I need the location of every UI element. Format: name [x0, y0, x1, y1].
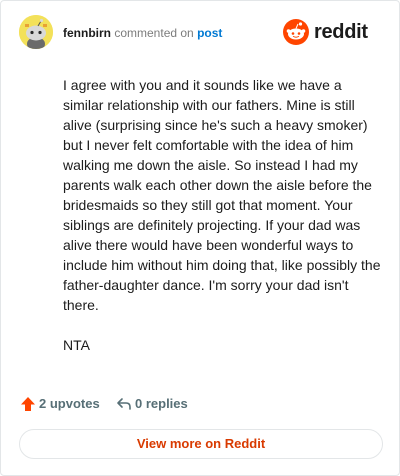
reply-icon — [115, 395, 133, 413]
comment-header: fennbirn commented on post reddit — [19, 15, 383, 53]
view-more-on-reddit-button[interactable]: View more on Reddit — [19, 429, 383, 459]
upvotes-count: 2 upvotes — [39, 396, 100, 411]
reddit-brand[interactable]: reddit — [283, 19, 383, 45]
replies-count: 0 replies — [135, 396, 188, 411]
post-link[interactable]: post — [197, 26, 222, 40]
action-text: commented on — [114, 26, 194, 40]
reddit-wordmark: reddit — [314, 21, 368, 43]
reddit-logo-icon — [283, 19, 309, 45]
snoo-avatar-icon — [19, 15, 53, 49]
comment-paragraph: I agree with you and it sounds like we h… — [63, 77, 381, 313]
upvote-arrow-icon — [19, 395, 37, 413]
comment-body: I agree with you and it sounds like we h… — [63, 75, 381, 375]
username-link[interactable]: fennbirn — [63, 26, 111, 40]
comment-meta: fennbirn commented on post — [63, 26, 222, 40]
comment-paragraph: NTA — [63, 337, 90, 353]
avatar[interactable] — [19, 15, 53, 49]
reddit-comment-embed-card: fennbirn commented on post reddit I agre… — [0, 0, 400, 476]
